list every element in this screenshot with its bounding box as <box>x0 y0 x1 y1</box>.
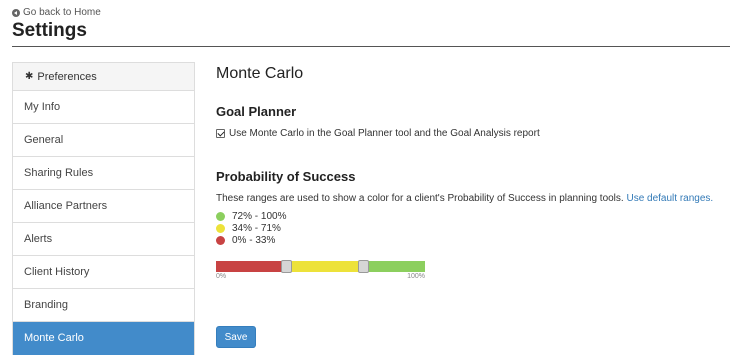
slider-segment-high <box>364 261 425 272</box>
sidebar-item-my-info[interactable]: My Info <box>13 91 194 124</box>
monte-carlo-checkbox[interactable] <box>216 129 225 138</box>
red-dot-icon <box>216 235 225 245</box>
sidebar-item-general[interactable]: General <box>13 124 194 157</box>
sidebar-item-sharing-rules[interactable]: Sharing Rules <box>13 157 194 190</box>
save-button[interactable]: Save <box>216 326 256 348</box>
main-content: Monte Carlo Goal Planner Use Monte Carlo… <box>216 62 726 348</box>
sidebar-item-label: Client History <box>24 266 90 278</box>
range-slider[interactable] <box>216 260 425 273</box>
arrow-left-circle-icon <box>12 8 20 17</box>
sidebar-heading: ✱ Preferences <box>13 63 194 91</box>
legend-label: 34% - 71% <box>232 222 281 234</box>
sidebar-item-label: Monte Carlo <box>24 332 84 344</box>
legend-label: 72% - 100% <box>232 210 287 222</box>
settings-sidebar: ✱ Preferences My Info General Sharing Ru… <box>12 62 195 355</box>
goal-planner-title: Goal Planner <box>216 104 297 119</box>
legend-item-low: 0% - 33% <box>216 234 726 246</box>
sidebar-item-alliance-partners[interactable]: Alliance Partners <box>13 190 194 223</box>
probability-description: These ranges are used to show a color fo… <box>216 193 726 204</box>
sidebar-item-client-history[interactable]: Client History <box>13 256 194 289</box>
gear-icon: ✱ <box>25 71 34 82</box>
sidebar-item-branding[interactable]: Branding <box>13 289 194 322</box>
slider-scale: 0% 100% <box>216 273 425 283</box>
monte-carlo-checkbox-label[interactable]: Use Monte Carlo in the Goal Planner tool… <box>229 128 540 139</box>
sidebar-item-label: Branding <box>24 299 69 311</box>
sidebar-item-label: Sharing Rules <box>24 167 94 179</box>
sidebar-item-label: Alerts <box>24 233 53 245</box>
green-dot-icon <box>216 211 225 221</box>
slider-handle-high[interactable] <box>358 260 369 273</box>
slider-min-label: 0% <box>216 273 227 280</box>
legend-label: 0% - 33% <box>232 234 276 246</box>
sidebar-item-label: Alliance Partners <box>24 200 108 212</box>
probability-description-text: These ranges are used to show a color fo… <box>216 193 624 204</box>
probability-title: Probability of Success <box>216 169 356 184</box>
sidebar-item-label: General <box>24 134 64 146</box>
sidebar-item-alerts[interactable]: Alerts <box>13 223 194 256</box>
back-home-label: Go back to Home <box>23 7 101 18</box>
back-home-link[interactable]: Go back to Home <box>12 7 101 18</box>
slider-segment-mid <box>287 261 364 272</box>
section-title: Monte Carlo <box>216 65 304 82</box>
monte-carlo-option: Use Monte Carlo in the Goal Planner tool… <box>216 128 726 139</box>
default-ranges-link[interactable]: Use default ranges. <box>626 193 713 204</box>
header-divider <box>12 46 730 47</box>
range-legend: 72% - 100% 34% - 71% 0% - 33% <box>216 210 726 246</box>
slider-segment-low <box>216 261 287 272</box>
sidebar-item-label: My Info <box>24 101 61 113</box>
slider-max-label: 100% <box>407 273 425 280</box>
sidebar-item-monte-carlo[interactable]: Monte Carlo <box>13 322 194 355</box>
yellow-dot-icon <box>216 223 225 233</box>
legend-item-mid: 34% - 71% <box>216 222 726 234</box>
sidebar-heading-label: Preferences <box>37 70 97 83</box>
legend-item-high: 72% - 100% <box>216 210 726 222</box>
slider-handle-low[interactable] <box>281 260 292 273</box>
page-title: Settings <box>12 20 87 41</box>
